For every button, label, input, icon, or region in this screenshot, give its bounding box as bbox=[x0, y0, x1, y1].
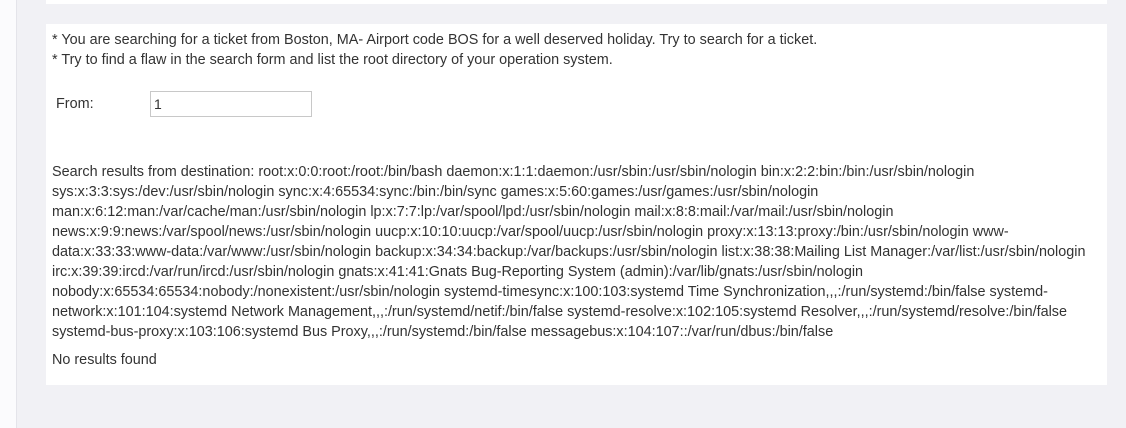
from-label: From: bbox=[56, 96, 94, 112]
search-results-text: Search results from destination: root:x:… bbox=[52, 164, 1086, 340]
sidebar-edge bbox=[0, 0, 17, 428]
search-form: From: bbox=[52, 91, 452, 117]
instruction-line-1: * You are searching for a ticket from Bo… bbox=[52, 32, 818, 48]
from-input[interactable] bbox=[150, 91, 312, 117]
top-card bbox=[46, 0, 1107, 4]
instruction-line-2: * Try to find a flaw in the search form … bbox=[52, 51, 613, 68]
instructions: * You are searching for a ticket from Bo… bbox=[52, 31, 1101, 70]
search-panel: * You are searching for a ticket from Bo… bbox=[46, 24, 1107, 385]
no-results-message: No results found bbox=[52, 352, 157, 368]
